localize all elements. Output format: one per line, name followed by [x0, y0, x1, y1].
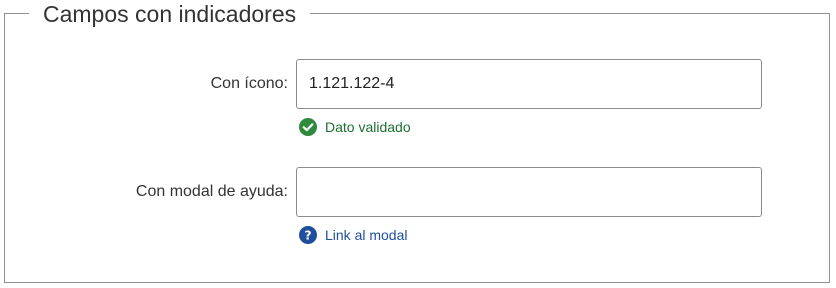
- help-modal-link[interactable]: ? Link al modal: [299, 226, 408, 244]
- help-field-label: Con modal de ayuda:: [135, 183, 288, 200]
- help-field-input[interactable]: [296, 167, 762, 217]
- question-circle-icon: ?: [299, 226, 317, 244]
- indicator-fields-fieldset: Campos con indicadores: [4, 0, 830, 283]
- help-modal-link-text[interactable]: Link al modal: [325, 226, 408, 244]
- validation-status: Dato validado: [299, 118, 411, 136]
- icon-field-label: Con ícono:: [210, 75, 288, 92]
- check-circle-icon: [299, 118, 317, 136]
- fieldset-legend: Campos con indicadores: [29, 0, 311, 28]
- validation-status-text: Dato validado: [325, 119, 411, 135]
- icon-field-input[interactable]: [296, 59, 762, 109]
- svg-text:?: ?: [304, 227, 311, 242]
